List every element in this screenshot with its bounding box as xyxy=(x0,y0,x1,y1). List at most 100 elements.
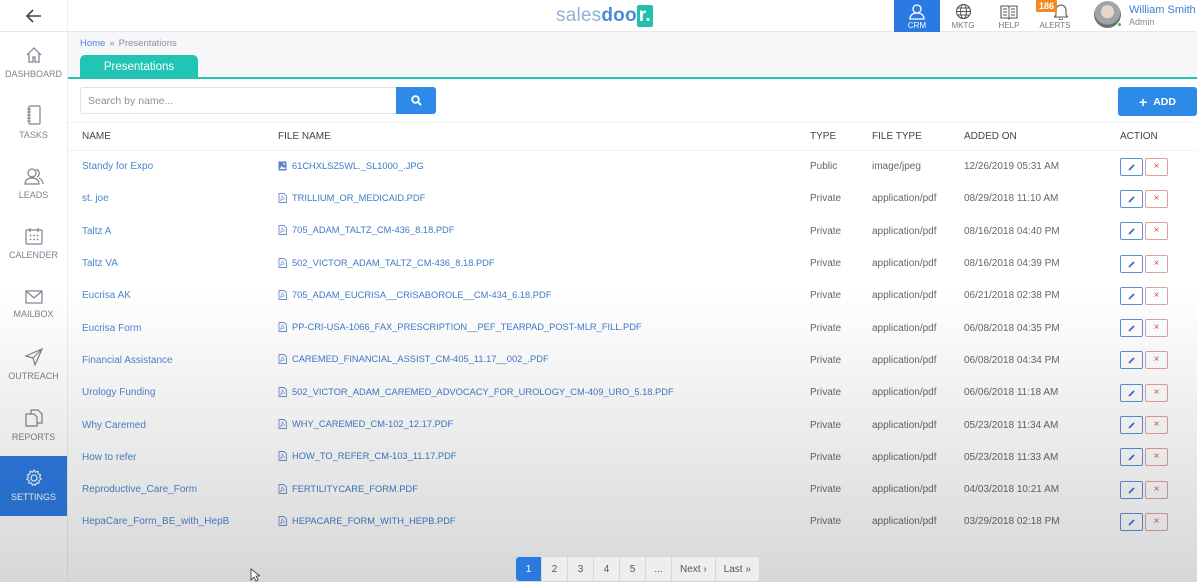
topnav-mktg[interactable]: MKTG xyxy=(940,0,986,32)
sidebar-item-calender[interactable]: CALENDER xyxy=(0,214,67,275)
delete-button[interactable]: × xyxy=(1145,189,1168,208)
delete-button[interactable]: × xyxy=(1145,448,1168,467)
logo-text-door: doo xyxy=(601,5,637,26)
edit-button[interactable] xyxy=(1120,319,1143,338)
column-header-file-type[interactable]: FILE TYPE xyxy=(872,122,964,151)
row-name-link[interactable]: st. joe xyxy=(68,183,278,215)
row-actions: × xyxy=(1120,312,1197,344)
row-file-link[interactable]: CAREMED_FINANCIAL_ASSIST_CM-405_11.17__0… xyxy=(278,344,810,376)
pagination-page[interactable]: 3 xyxy=(568,557,594,581)
delete-button[interactable]: × xyxy=(1145,512,1168,531)
row-type: Private xyxy=(810,322,842,334)
column-header-name[interactable]: NAME xyxy=(68,122,278,151)
sidebar-item-settings[interactable]: SETTINGS xyxy=(0,455,67,516)
search-input[interactable] xyxy=(80,87,396,114)
salesdoor-logo[interactable]: salesdoo r. xyxy=(556,5,653,27)
pencil-icon xyxy=(1128,357,1135,365)
row-name-link[interactable]: Why Caremed xyxy=(68,409,278,441)
column-header-added-on[interactable]: ADDED ON xyxy=(964,122,1120,151)
pagination-page[interactable]: 4 xyxy=(594,557,620,581)
edit-button[interactable] xyxy=(1120,157,1143,176)
edit-button[interactable] xyxy=(1120,254,1143,273)
sidebar-item-mailbox[interactable]: MAILBOX xyxy=(0,274,67,335)
edit-button[interactable] xyxy=(1120,351,1143,370)
row-file-link[interactable]: PP-CRI-USA-1066_FAX_PRESCRIPTION__PEF_TE… xyxy=(278,312,810,344)
edit-button[interactable] xyxy=(1120,448,1143,467)
add-button[interactable]: + ADD xyxy=(1118,87,1197,116)
table-row: Standy for Expo 61CHXLSZ5WL._SL1000_.JPG P… xyxy=(68,151,1197,183)
delete-button[interactable]: × xyxy=(1145,351,1168,370)
row-actions: × xyxy=(1120,377,1197,409)
row-file-link[interactable]: 705_ADAM_EUCRISA__CRISABOROLE__CM-434_6.… xyxy=(278,280,810,312)
column-header-file-name[interactable]: FILE NAME xyxy=(278,122,810,151)
column-header-action: ACTION xyxy=(1120,122,1197,151)
row-file-link[interactable]: TRILLIUM_OR_MEDICAID.PDF xyxy=(278,183,810,215)
delete-button[interactable]: × xyxy=(1145,286,1168,305)
delete-button[interactable]: × xyxy=(1145,222,1168,241)
row-name-link[interactable]: Financial Assistance xyxy=(68,344,278,376)
row-added-on: 06/06/2018 11:18 AM xyxy=(964,387,1059,399)
topnav-help[interactable]: HELP xyxy=(986,0,1032,32)
row-file-link[interactable]: 705_ADAM_TALTZ_CM-436_8.18.PDF xyxy=(278,215,810,247)
row-name-link[interactable]: Eucrisa Form xyxy=(68,312,278,344)
row-name-link[interactable]: How to refer xyxy=(68,441,278,473)
sidebar-item-label: LEADS xyxy=(18,189,49,200)
pagination-last-button[interactable]: Last » xyxy=(716,557,759,581)
row-file-link[interactable]: FERTILITYCARE_FORM.PDF xyxy=(278,473,810,505)
tab-presentations[interactable]: Presentations xyxy=(80,55,198,79)
edit-button[interactable] xyxy=(1120,512,1143,531)
row-file-name: HEPACARE_FORM_WITH_HEPB.PDF xyxy=(292,515,456,526)
row-type: Private xyxy=(810,225,842,237)
pagination-page[interactable]: 1 xyxy=(516,557,542,581)
row-file-link[interactable]: 502_VICTOR_ADAM_TALTZ_CM-436_8.18.PDF xyxy=(278,247,810,279)
row-name-link[interactable]: Eucrisa AK xyxy=(68,280,278,312)
row-file-link[interactable]: WHY_CAREMED_CM-102_12.17.PDF xyxy=(278,409,810,441)
edit-button[interactable] xyxy=(1120,189,1143,208)
row-name-link[interactable]: Reproductive_Care_Form xyxy=(68,473,278,505)
delete-button[interactable]: × xyxy=(1145,157,1168,176)
row-name-link[interactable]: Taltz VA xyxy=(68,247,278,279)
sidebar-item-dashboard[interactable]: DASHBOARD xyxy=(0,32,67,93)
delete-button[interactable]: × xyxy=(1145,480,1168,499)
breadcrumb-home-link[interactable]: Home xyxy=(80,38,105,49)
row-name-link[interactable]: Taltz A xyxy=(68,215,278,247)
row-name-link[interactable]: HepaCare_Form_BE_with_HepB xyxy=(68,506,278,538)
search-button[interactable] xyxy=(396,87,436,114)
edit-button[interactable] xyxy=(1120,286,1143,305)
row-added-on: 04/03/2018 10:21 AM xyxy=(964,484,1060,496)
delete-button[interactable]: × xyxy=(1145,383,1168,402)
row-file-link[interactable]: 502_VICTOR_ADAM_CAREMED_ADVOCACY_FOR_URO… xyxy=(278,377,810,409)
pencil-icon xyxy=(1128,325,1135,332)
pagination-page[interactable]: 2 xyxy=(542,557,568,581)
row-file-type: application/pdf xyxy=(872,225,937,237)
sidebar-item-reports[interactable]: REPORTS xyxy=(0,395,67,456)
edit-button[interactable] xyxy=(1120,480,1143,499)
row-file-link[interactable]: HEPACARE_FORM_WITH_HEPB.PDF xyxy=(278,506,810,538)
row-name-link[interactable]: Standy for Expo xyxy=(68,151,278,183)
pagination-page[interactable]: 5 xyxy=(620,557,646,581)
back-button[interactable] xyxy=(0,0,68,32)
row-name-link[interactable]: Urology Funding xyxy=(68,377,278,409)
pagination-next-button[interactable]: Next › xyxy=(672,557,716,581)
row-added-on: 06/21/2018 02:38 PM xyxy=(964,290,1060,302)
sidebar-item-leads[interactable]: LEADS xyxy=(0,153,67,214)
top-bar: salesdoo r. CRM MKTG HELP 186 ALERTS Will… xyxy=(0,0,1197,32)
close-icon: × xyxy=(1153,322,1160,334)
delete-button[interactable]: × xyxy=(1145,416,1168,435)
delete-button[interactable]: × xyxy=(1145,319,1168,338)
edit-button[interactable] xyxy=(1120,222,1143,241)
edit-button[interactable] xyxy=(1120,383,1143,402)
row-file-link[interactable]: 61CHXLSZ5WL._SL1000_.JPG xyxy=(278,151,810,183)
sidebar-item-tasks[interactable]: TASKS xyxy=(0,93,67,154)
topnav-crm[interactable]: CRM xyxy=(894,0,940,32)
topnav-alerts[interactable]: 186 ALERTS xyxy=(1032,0,1078,32)
row-file-link[interactable]: HOW_TO_REFER_CM-103_11.17.PDF xyxy=(278,441,810,473)
sidebar-item-outreach[interactable]: OUTREACH xyxy=(0,335,67,396)
user-menu[interactable]: William Smith Admin xyxy=(1094,1,1196,28)
sidebar-item-label: REPORTS xyxy=(11,431,56,442)
column-header-type[interactable]: TYPE xyxy=(810,122,872,151)
row-actions: × xyxy=(1120,151,1197,183)
edit-button[interactable] xyxy=(1120,416,1143,435)
delete-button[interactable]: × xyxy=(1145,254,1168,273)
table-row: Eucrisa Form PP-CRI-USA-1066_FAX_PRESCRIP… xyxy=(68,312,1197,344)
